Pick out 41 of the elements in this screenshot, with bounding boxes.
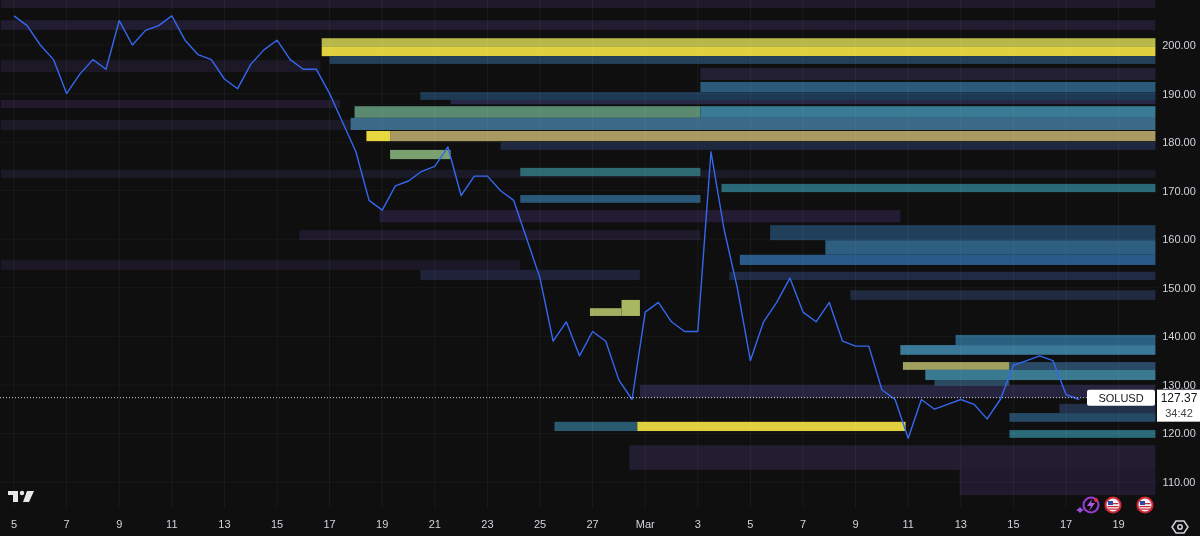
time-axis-label: 3 [694, 518, 701, 530]
time-axis-label: 19 [1112, 518, 1125, 530]
countdown-label: 34:42 [1165, 406, 1193, 419]
time-axis-label: 15 [270, 518, 284, 530]
price-axis-label: 110.00 [1162, 476, 1196, 488]
time-axis-label: 25 [533, 518, 547, 530]
settings-icon[interactable] [1171, 520, 1189, 534]
price-axis-label: 130.00 [1162, 378, 1196, 391]
heatmap-band [390, 149, 451, 160]
price-axis-label: 140.00 [1162, 330, 1196, 343]
time-axis-label: 5 [747, 518, 754, 530]
price-label: 127.37 [1160, 390, 1198, 405]
time-axis-label: 13 [218, 518, 231, 530]
time-axis-label: 27 [586, 518, 599, 530]
time-axis-label: 13 [954, 518, 967, 530]
time-axis-label: 21 [428, 518, 441, 530]
flag-icon[interactable] [1104, 496, 1122, 514]
time-axis-label: 11 [166, 518, 178, 530]
time-axis-label: 9 [852, 518, 859, 530]
price-axis-label: 200.00 [1162, 39, 1196, 51]
time-axis-label: 11 [902, 518, 914, 530]
time-axis-label: 15 [1007, 518, 1020, 530]
time-axis-label: 17 [1059, 518, 1073, 530]
price-axis-label: 180.00 [1162, 136, 1196, 149]
price-axis-label: 160.00 [1162, 233, 1196, 246]
time-axis-label: 7 [799, 518, 807, 530]
price-axis-label: 150.00 [1162, 281, 1196, 294]
time-axis-label: 23 [481, 518, 494, 530]
flag-icon[interactable] [1136, 496, 1154, 514]
price-axis-label: 190.00 [1162, 87, 1196, 100]
price-axis-label: 170.00 [1162, 184, 1196, 197]
time-axis-label: 17 [323, 518, 336, 530]
logo-icon[interactable] [8, 490, 34, 502]
time-axis-label: 9 [116, 518, 123, 530]
time-axis-label: Mar [635, 518, 655, 530]
lightning-icon[interactable] [1076, 496, 1100, 514]
price-axis-label: 120.00 [1162, 427, 1196, 440]
time-axis-label: 5 [10, 518, 18, 530]
time-axis-label: 19 [376, 518, 389, 530]
time-axis-label: 7 [63, 518, 70, 530]
series-label: SOLUSD [1098, 391, 1144, 404]
